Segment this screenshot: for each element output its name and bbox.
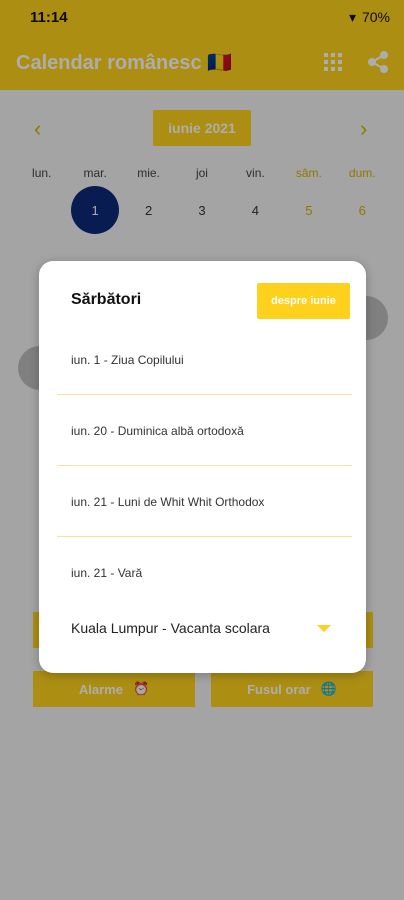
holiday-item[interactable]: iun. 21 - Luni de Whit Whit Orthodox — [57, 466, 352, 537]
holiday-text: iun. 21 - Luni de Whit Whit Orthodox — [71, 495, 265, 509]
holidays-dialog: Sărbători despre iunie iun. 1 - Ziua Cop… — [39, 261, 366, 673]
holiday-text: iun. 1 - Ziua Copilului — [71, 353, 184, 367]
about-month-button[interactable]: despre iunie — [257, 283, 350, 319]
holiday-text: iun. 21 - Vară — [71, 566, 143, 580]
region-selected-value: Kuala Lumpur - Vacanta scolara — [71, 620, 270, 636]
holiday-item[interactable]: iun. 20 - Duminica albă ortodoxă — [57, 395, 352, 466]
holiday-text: iun. 20 - Duminica albă ortodoxă — [71, 424, 244, 438]
holiday-item[interactable]: iun. 21 - Vară — [57, 537, 352, 608]
dialog-title: Sărbători — [71, 291, 142, 308]
region-dropdown[interactable]: Kuala Lumpur - Vacanta scolara — [71, 613, 331, 643]
holiday-item[interactable]: iun. 1 - Ziua Copilului — [57, 324, 352, 395]
dropdown-caret-icon — [317, 624, 331, 632]
